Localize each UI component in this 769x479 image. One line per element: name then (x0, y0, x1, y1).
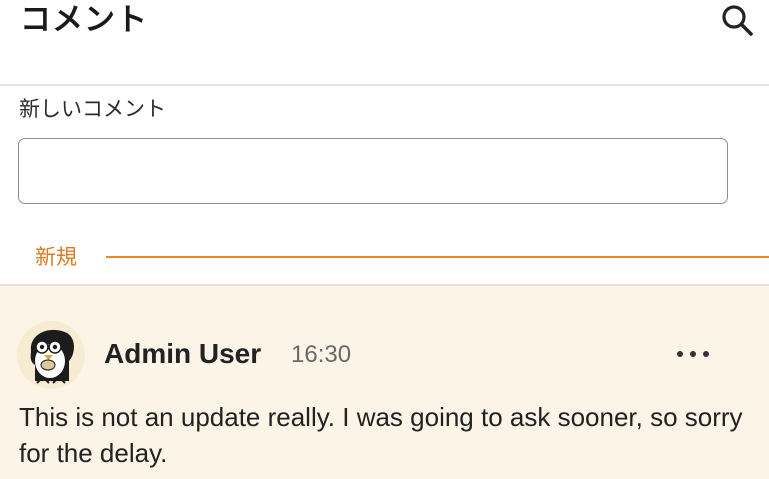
comments-panel: コメント 新しいコメント 新規 Admin User 16:30 This is… (0, 0, 769, 479)
more-options-button[interactable] (672, 342, 714, 366)
comment-item: Admin User 16:30 This is not an update r… (0, 286, 769, 479)
comment-timestamp: 16:30 (291, 341, 352, 368)
search-icon (722, 5, 753, 36)
new-comment-input[interactable] (18, 138, 728, 204)
avatar[interactable] (17, 321, 85, 389)
search-button[interactable] (718, 2, 756, 40)
comment-author: Admin User (104, 338, 262, 369)
new-divider-line (106, 256, 769, 258)
new-divider: 新規 (0, 238, 769, 278)
panel-title: コメント (20, 2, 148, 38)
panel-header: コメント (0, 0, 769, 86)
new-comment-label: 新しいコメント (19, 97, 166, 121)
comment-body: This is not an update really. I was goin… (19, 402, 743, 468)
new-divider-label: 新規 (35, 245, 77, 269)
avatar-icon (17, 321, 85, 389)
